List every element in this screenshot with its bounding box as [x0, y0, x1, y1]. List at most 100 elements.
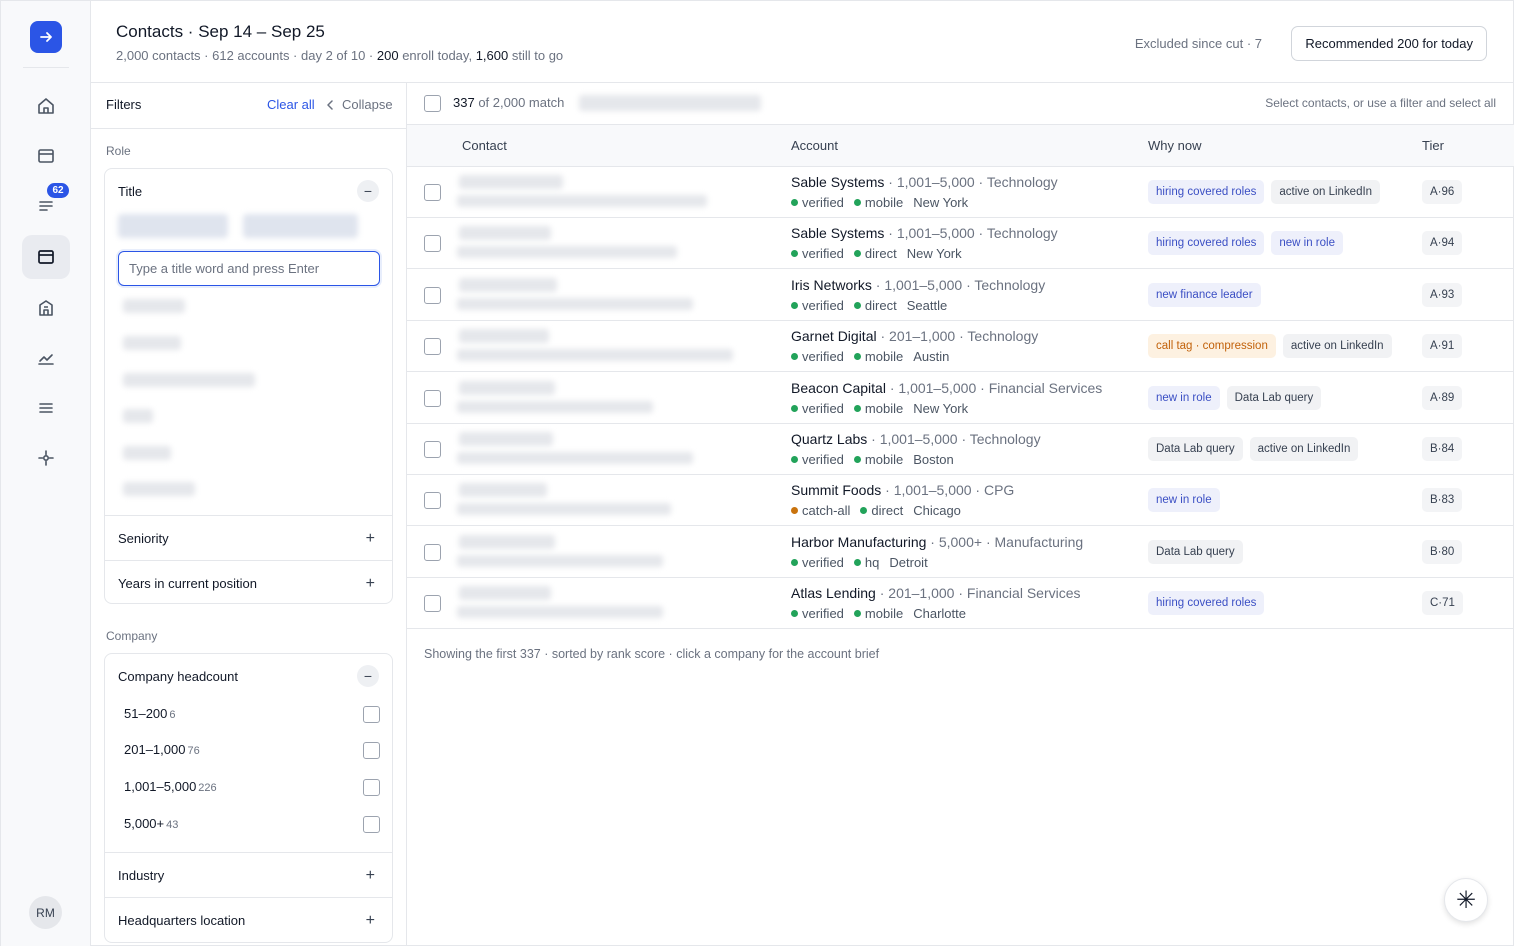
row-checkbox[interactable] [424, 543, 441, 561]
nav-contacts[interactable] [22, 235, 70, 279]
row-checkbox[interactable] [424, 492, 441, 510]
nav-inbox[interactable] [22, 134, 70, 178]
email-status-dot [791, 353, 798, 361]
nav-accounts[interactable] [22, 286, 70, 330]
collapse-title-button[interactable]: − [357, 180, 379, 202]
excluded-since-cut[interactable]: Excluded since cut · 7 [1135, 36, 1262, 51]
table-row[interactable]: Beacon Capital · 1,001–5,000 · Financial… [407, 373, 1514, 424]
headcount-option[interactable]: 1,001–5,000 226 [124, 779, 380, 799]
years-in-position-filter[interactable]: Years in current position + [105, 561, 392, 606]
why-now-tags: new in role [1148, 488, 1220, 513]
account-name-link[interactable]: Beacon Capital [791, 380, 886, 396]
select-all-checkbox[interactable] [424, 95, 441, 112]
contact-name-redacted[interactable] [459, 432, 553, 446]
account-name-link[interactable]: Harbor Manufacturing [791, 534, 926, 550]
contact-name-redacted[interactable] [459, 534, 555, 549]
account-name-link[interactable]: Summit Foods [791, 482, 881, 498]
hq-location-filter[interactable]: Headquarters location + [105, 898, 392, 943]
title-suggestion-redacted[interactable] [123, 373, 255, 387]
row-checkbox[interactable] [424, 286, 441, 304]
headcount-option[interactable]: 201–1,000 76 [124, 742, 380, 762]
email-status: verified [802, 195, 844, 210]
account-name-link[interactable]: Iris Networks [791, 277, 872, 293]
contact-channels: verified hq Detroit [791, 555, 928, 570]
contact-title-redacted [457, 297, 693, 310]
nav-analytics[interactable] [22, 336, 70, 380]
collapse-headcount-button[interactable]: − [357, 665, 379, 687]
table-row[interactable]: Quartz Labs · 1,001–5,000 · Technology ve… [407, 424, 1514, 475]
column-contact[interactable]: Contact [462, 138, 507, 153]
city: New York [913, 195, 969, 210]
account-meta: · 5,000+ · Manufacturing [926, 533, 1084, 550]
account-name-link[interactable]: Quartz Labs [791, 431, 867, 447]
logo-button[interactable] [30, 21, 62, 53]
contact-channels: catch-all direct Chicago [791, 503, 961, 518]
title-suggestion-redacted[interactable] [123, 446, 171, 460]
assistant-button[interactable]: ✳ [1444, 878, 1488, 922]
industry-filter[interactable]: Industry + [105, 853, 392, 898]
title-suggestion-redacted[interactable] [123, 409, 153, 423]
title-suggestion-redacted[interactable] [123, 336, 181, 350]
hq-label: Headquarters location [118, 913, 246, 928]
row-checkbox[interactable] [424, 338, 441, 356]
headcount-option[interactable]: 5,000+ 43 [124, 816, 380, 836]
row-checkbox[interactable] [424, 441, 441, 458]
row-checkbox[interactable] [424, 595, 441, 613]
table-row[interactable]: Sable Systems · 1,001–5,000 · Technology… [407, 167, 1514, 218]
title-search-input[interactable] [118, 251, 380, 286]
account-name-link[interactable]: Sable Systems [791, 225, 884, 241]
account-name-link[interactable]: Atlas Lending [791, 585, 876, 601]
column-why-now[interactable]: Why now [1148, 138, 1201, 153]
collapse-button[interactable]: Collapse [326, 97, 393, 112]
table-row[interactable]: Harbor Manufacturing · 5,000+ · Manufact… [407, 527, 1514, 578]
recommended-button[interactable]: Recommended 200 for today [1291, 26, 1487, 61]
row-checkbox[interactable] [424, 184, 441, 201]
headcount-checkbox[interactable] [363, 706, 380, 723]
column-tier[interactable]: Tier [1422, 138, 1444, 153]
page-subtitle: 2,000 contacts · 612 accounts · day 2 of… [116, 48, 563, 63]
contact-name-redacted[interactable] [459, 226, 551, 241]
contact-name-redacted[interactable] [459, 483, 547, 498]
row-checkbox[interactable] [424, 389, 441, 407]
seniority-filter[interactable]: Seniority + [105, 516, 392, 561]
expand-plus-icon: + [365, 912, 375, 929]
account-name-link[interactable]: Sable Systems [791, 174, 884, 190]
account-cell: Garnet Digital · 201–1,000 · Technology [791, 328, 1038, 344]
headcount-checkbox[interactable] [363, 779, 380, 796]
table-row[interactable]: Sable Systems · 1,001–5,000 · Technology… [407, 218, 1514, 270]
avatar[interactable]: RM [29, 896, 62, 929]
contact-channels: verified mobile New York [791, 401, 968, 416]
clear-all-link[interactable]: Clear all [267, 97, 315, 112]
filters-panel: Filters Clear all Collapse Role Title − [91, 83, 407, 946]
title-chip-redacted[interactable] [118, 214, 228, 238]
account-name-link[interactable]: Garnet Digital [791, 328, 877, 344]
column-account[interactable]: Account [791, 138, 838, 153]
headcount-checkbox[interactable] [363, 742, 380, 759]
title-suggestion-redacted[interactable] [123, 299, 185, 313]
option-label: 1,001–5,000 [124, 779, 197, 794]
contact-name-redacted[interactable] [459, 329, 549, 344]
contact-name-redacted[interactable] [459, 175, 563, 189]
contact-name-redacted[interactable] [459, 380, 555, 395]
nav-settings[interactable] [22, 436, 70, 480]
table-row[interactable]: Atlas Lending · 201–1,000 · Financial Se… [407, 578, 1514, 630]
menu-icon [39, 403, 53, 413]
table-header: Contact Account Why now Tier [407, 125, 1514, 167]
row-checkbox[interactable] [424, 235, 441, 253]
title-filter-header[interactable]: Title − [105, 169, 392, 214]
headcount-checkbox[interactable] [363, 816, 380, 833]
contact-name-redacted[interactable] [459, 586, 551, 601]
table-row[interactable]: Garnet Digital · 201–1,000 · Technology v… [407, 321, 1514, 373]
contact-name-redacted[interactable] [459, 277, 557, 292]
phone-status-dot [853, 558, 861, 566]
option-count: 226 [198, 782, 217, 794]
title-suggestion-redacted[interactable] [123, 482, 195, 496]
table-row[interactable]: Iris Networks · 1,001–5,000 · Technology… [407, 270, 1514, 321]
title-chip-redacted[interactable] [243, 214, 358, 238]
nav-home[interactable] [22, 84, 70, 128]
headcount-option[interactable]: 51–200 6 [124, 706, 380, 726]
page-header: Contacts · Sep 14 – Sep 25 2,000 contact… [91, 1, 1514, 83]
nav-lists[interactable] [22, 386, 70, 430]
table-row[interactable]: Summit Foods · 1,001–5,000 · CPG catch-al… [407, 475, 1514, 527]
headcount-filter-header[interactable]: Company headcount − [105, 654, 392, 699]
